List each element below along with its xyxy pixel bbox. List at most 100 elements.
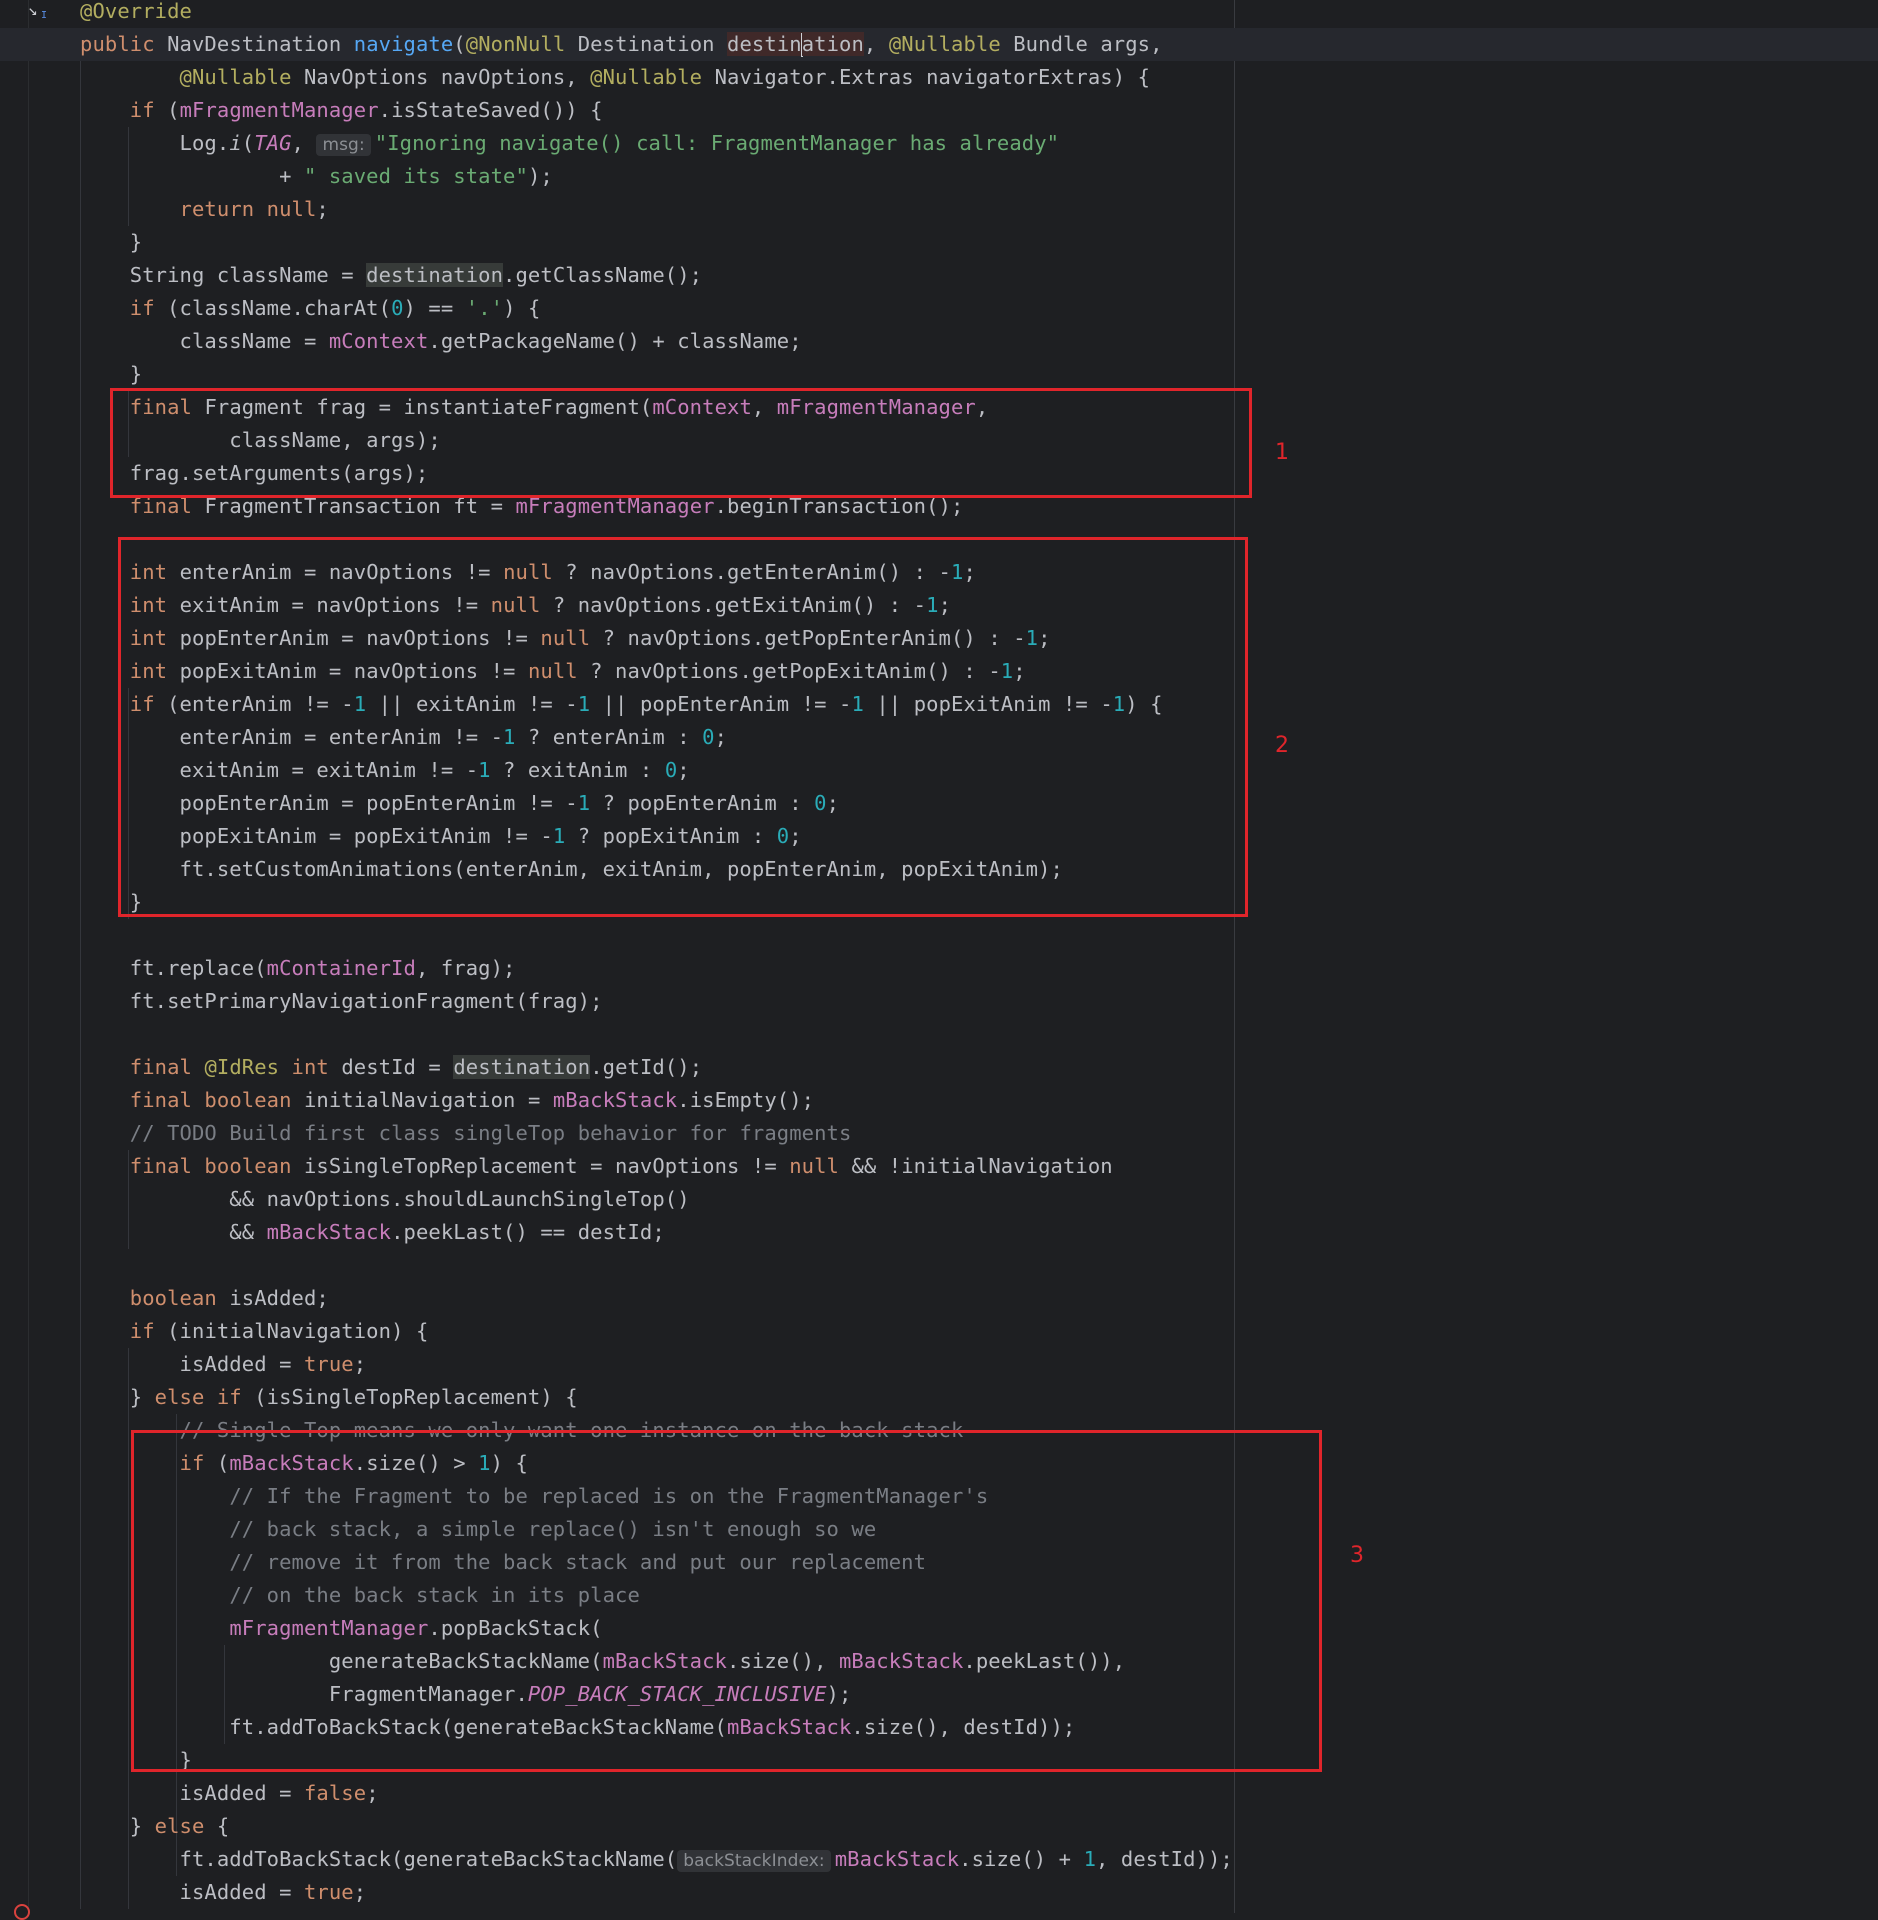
code-line-text: && mBackStack.peekLast() == destId; (80, 1216, 665, 1249)
code-token: ft.replace( (80, 956, 267, 980)
code-line-text: final @IdRes int destId = destination.ge… (80, 1051, 702, 1084)
code-line[interactable]: if (initialNavigation) { (0, 1315, 1878, 1348)
code-token: ); (527, 164, 553, 188)
code-line[interactable]: ft.replace(mContainerId, frag); (0, 952, 1878, 985)
code-line[interactable]: boolean isAdded; (0, 1282, 1878, 1315)
code-line[interactable]: final boolean isSingleTopReplacement = n… (0, 1150, 1878, 1183)
code-line[interactable]: public NavDestination navigate(@NonNull … (0, 28, 1878, 61)
code-line[interactable] (0, 919, 1878, 952)
code-line[interactable]: && navOptions.shouldLaunchSingleTop() (0, 1183, 1878, 1216)
code-line-text: isAdded = false; (80, 1777, 379, 1810)
code-line[interactable]: isAdded = true; (0, 1348, 1878, 1381)
code-line[interactable]: + " saved its state"); (0, 160, 1878, 193)
code-editor[interactable]: ↘ I @Override public NavDestination naviga… (0, 0, 1878, 1920)
code-line-text: if (initialNavigation) { (80, 1315, 429, 1348)
code-line[interactable]: isAdded = true; (0, 1876, 1878, 1909)
code-token: mContainerId (266, 956, 416, 980)
code-token: @Nullable (590, 65, 703, 89)
code-token: " saved its state" (303, 164, 528, 188)
code-line[interactable]: return null; (0, 193, 1878, 226)
code-token: destId = (341, 1055, 454, 1079)
code-token: final (129, 1055, 205, 1079)
code-token: .isEmpty(); (677, 1088, 815, 1112)
code-token: , (863, 32, 889, 56)
code-token: className = (80, 329, 329, 353)
code-token: .peekLast() == destId; (391, 1220, 665, 1244)
code-line[interactable]: Log.i(TAG, msg: "Ignoring navigate() call… (0, 127, 1878, 160)
code-token: destination (366, 263, 504, 287)
code-line[interactable]: } else if (isSingleTopReplacement) { (0, 1381, 1878, 1414)
code-line[interactable]: && mBackStack.peekLast() == destId; (0, 1216, 1878, 1249)
code-token: ; (353, 1352, 367, 1376)
code-token: false (303, 1781, 367, 1805)
code-token: , (291, 131, 317, 155)
code-token: Log. (80, 131, 230, 155)
code-line-text: return null; (80, 193, 329, 226)
code-line[interactable]: // TODO Build first class singleTop beha… (0, 1117, 1878, 1150)
code-line[interactable]: final boolean initialNavigation = mBackS… (0, 1084, 1878, 1117)
code-line[interactable]: @Nullable NavOptions navOptions, @Nullab… (0, 61, 1878, 94)
code-line[interactable]: isAdded = false; (0, 1777, 1878, 1810)
code-token: + (80, 164, 304, 188)
code-line[interactable] (0, 1018, 1878, 1051)
annotation-label-2: 2 (1275, 733, 1289, 758)
code-line-text: String className = destination.getClassN… (80, 259, 702, 292)
code-token: @Nullable (179, 65, 292, 89)
code-token: else (154, 1814, 205, 1838)
code-token: .getId(); (590, 1055, 703, 1079)
code-token: else if (154, 1385, 242, 1409)
code-token: (isSingleTopReplacement) { (241, 1385, 578, 1409)
code-token: ( (241, 131, 255, 155)
code-line[interactable] (0, 1249, 1878, 1282)
annotation-box-1 (110, 388, 1252, 498)
code-token: return null (179, 197, 317, 221)
code-line[interactable]: } (0, 358, 1878, 391)
code-token: isAdded = (80, 1880, 304, 1904)
parameter-hint: backStackIndex: (677, 1850, 831, 1872)
code-token: ) == (403, 296, 466, 320)
code-line[interactable]: className = mContext.getPackageName() + … (0, 325, 1878, 358)
code-line-text: ft.replace(mContainerId, frag); (80, 952, 516, 985)
code-line-text: boolean isAdded; (80, 1282, 329, 1315)
code-token: @Override (80, 0, 192, 23)
code-token: NavDestination (167, 32, 354, 56)
code-line[interactable]: String className = destination.getClassN… (0, 259, 1878, 292)
code-token: ft.setPrimaryNavigationFragment(frag); (80, 989, 603, 1013)
code-line[interactable]: } (0, 226, 1878, 259)
code-token: destination (453, 1055, 591, 1079)
code-line[interactable]: ft.addToBackStack(generateBackStackName(… (0, 1843, 1878, 1876)
code-token: && (80, 1220, 267, 1244)
code-token: mFragmentManager (179, 98, 379, 122)
code-line[interactable]: @Override (0, 0, 1878, 28)
code-token: String className = (80, 263, 367, 287)
code-line[interactable]: if (className.charAt(0) == '.') { (0, 292, 1878, 325)
code-token: NavOptions navOptions, (291, 65, 591, 89)
code-line[interactable]: ft.setPrimaryNavigationFragment(frag); (0, 985, 1878, 1018)
code-token: mContext (328, 329, 429, 353)
code-token: ; (366, 1781, 379, 1805)
code-line[interactable]: if (mFragmentManager.isStateSaved()) { (0, 94, 1878, 127)
code-token: ation (801, 32, 864, 56)
code-line[interactable]: } else { (0, 1810, 1878, 1843)
code-line-text: if (mFragmentManager.isStateSaved()) { (80, 94, 603, 127)
code-token: { (204, 1814, 230, 1838)
code-token: } (80, 1385, 155, 1409)
code-line-text: } (80, 226, 142, 259)
code-token: 1 (1083, 1847, 1097, 1871)
code-token: // TODO Build first class singleTop beha… (129, 1121, 852, 1145)
code-token: ; (353, 1880, 367, 1904)
code-line[interactable]: final @IdRes int destId = destination.ge… (0, 1051, 1878, 1084)
code-line-text: if (className.charAt(0) == '.') { (80, 292, 541, 325)
code-token: true (303, 1352, 354, 1376)
code-line-text: } else if (isSingleTopReplacement) { (80, 1381, 578, 1414)
code-token: Navigator.Extras navigatorExtras) { (702, 65, 1151, 89)
code-token: isAdded = (80, 1781, 304, 1805)
